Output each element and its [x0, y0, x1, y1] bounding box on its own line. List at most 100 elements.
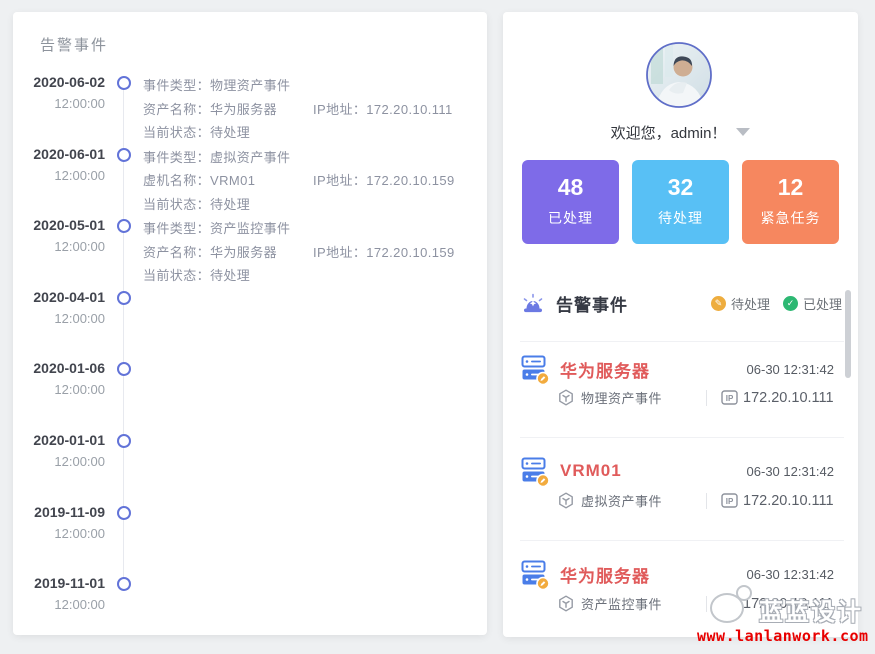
alarm-event-type: 资产监控事件: [581, 594, 662, 613]
event-timeline: 2020-06-02 12:00:00 事件类型：物理资产事件 资产名称：华为服…: [27, 73, 479, 633]
timeline-item: 2019-11-01 12:00:00: [27, 574, 479, 635]
divider: [706, 390, 707, 406]
timeline-date: 2020-01-01: [27, 431, 105, 450]
alarm-event-type: 物理资产事件: [581, 388, 662, 407]
timeline-time: 12:00:00: [27, 522, 105, 546]
check-badge-icon: ✓: [783, 296, 798, 311]
asset-name-text: 虚机名称：VRM01: [143, 169, 313, 193]
legend-done-label: 已处理: [803, 294, 842, 313]
stat-label: 紧急任务: [742, 208, 839, 228]
event-type-text: 事件类型：物理资产事件: [143, 74, 479, 98]
legend-pending[interactable]: ✎ 待处理: [711, 294, 770, 313]
ip-address-text: IP地址：172.20.10.111: [313, 98, 453, 122]
watermark-brand: 蓝蓝设计: [759, 592, 863, 627]
timeline-dot-icon: [117, 291, 131, 305]
timeline-dot-icon: [117, 148, 131, 162]
alarm-list-item[interactable]: VRM01 06-30 12:31:42 虚拟资产事件 IP 172.20.10…: [520, 437, 842, 532]
event-type-text: 事件类型：虚拟资产事件: [143, 146, 479, 170]
timeline-time: 12:00:00: [27, 92, 105, 116]
ip-icon: IP: [721, 390, 738, 405]
alarm-time: 06-30 12:31:42: [747, 362, 834, 377]
timeline-item: 2020-04-01 12:00:00: [27, 288, 479, 360]
alarm-timeline-panel: 告警事件 2020-06-02 12:00:00 事件类型：物理资产事件 资产名…: [13, 12, 487, 635]
alarm-time: 06-30 12:31:42: [747, 464, 834, 479]
stat-cards: 48 已处理 32 待处理 12 紧急任务: [522, 160, 839, 244]
timeline-dot-icon: [117, 219, 131, 233]
alarm-asset-name[interactable]: VRM01: [560, 461, 622, 481]
timeline-date: 2019-11-09: [27, 503, 105, 522]
timeline-dot-icon: [117, 577, 131, 591]
timeline-date: 2020-06-01: [27, 145, 105, 164]
status-text: 当前状态：待处理: [143, 193, 479, 217]
timeline-date: 2020-05-01: [27, 216, 105, 235]
watermark: 蓝蓝设计 www.lanlanwork.com: [697, 580, 875, 650]
status-text: 当前状态：待处理: [143, 121, 479, 145]
welcome-text: 欢迎您，admin！: [611, 125, 727, 142]
alarm-ip-address: 172.20.10.111: [743, 390, 834, 406]
timeline-time: 12:00:00: [27, 378, 105, 402]
alarm-asset-name[interactable]: 华为服务器: [560, 562, 650, 587]
asset-name-text: 资产名称：华为服务器: [143, 98, 313, 122]
alarm-asset-name[interactable]: 华为服务器: [560, 357, 650, 382]
legend-done[interactable]: ✓ 已处理: [783, 294, 842, 313]
status-legend: ✎ 待处理 ✓ 已处理: [711, 294, 842, 313]
svg-text:IP: IP: [726, 497, 734, 506]
user-menu[interactable]: 欢迎您，admin！: [503, 122, 858, 143]
timeline-item: 2020-06-01 12:00:00 事件类型：虚拟资产事件 虚机名称：VRM…: [27, 145, 479, 217]
timeline-item: 2020-05-01 12:00:00 事件类型：资产监控事件 资产名称：华为服…: [27, 216, 479, 288]
timeline-time: 12:00:00: [27, 450, 105, 474]
stat-label: 待处理: [632, 208, 729, 228]
ip-address-text: IP地址：172.20.10.159: [313, 241, 455, 265]
timeline-time: 12:00:00: [27, 235, 105, 259]
timeline-date: 2020-01-06: [27, 359, 105, 378]
timeline-dot-icon: [117, 76, 131, 90]
category-icon: [558, 595, 574, 612]
timeline-item: 2020-06-02 12:00:00 事件类型：物理资产事件 资产名称：华为服…: [27, 73, 479, 145]
caret-down-icon[interactable]: [736, 128, 750, 136]
stat-card-urgent[interactable]: 12 紧急任务: [742, 160, 839, 244]
timeline-dot-icon: [117, 362, 131, 376]
stat-card-done[interactable]: 48 已处理: [522, 160, 619, 244]
timeline-time: 12:00:00: [27, 164, 105, 188]
server-pending-icon: [520, 455, 550, 487]
user-avatar[interactable]: [646, 42, 712, 108]
timeline-dot-icon: [117, 506, 131, 520]
timeline-time: 12:00:00: [27, 307, 105, 331]
asset-name-text: 资产名称：华为服务器: [143, 241, 313, 265]
user-panel: 欢迎您，admin！ 48 已处理 32 待处理 12 紧急任务 告警事件 ✎ …: [503, 12, 858, 637]
timeline-item: 2020-01-06 12:00:00: [27, 359, 479, 431]
stat-label: 已处理: [522, 208, 619, 228]
alarm-list-item[interactable]: 华为服务器 06-30 12:31:42 物理资产事件 IP 172.20.10…: [520, 342, 842, 437]
timeline-time: 12:00:00: [27, 593, 105, 617]
watermark-url: www.lanlanwork.com: [697, 627, 869, 645]
avatar-photo: [646, 42, 712, 108]
status-text: 当前状态：待处理: [143, 264, 479, 288]
stat-value: 12: [742, 174, 839, 201]
alarm-event-type: 虚拟资产事件: [581, 491, 662, 510]
pencil-badge-icon: ✎: [711, 296, 726, 311]
ip-icon: IP: [721, 493, 738, 508]
timeline-date: 2019-11-01: [27, 574, 105, 593]
panel-title: 告警事件: [40, 34, 108, 55]
ip-address-text: IP地址：172.20.10.159: [313, 169, 455, 193]
watermark-logo-icon: [736, 585, 752, 601]
divider: [706, 493, 707, 509]
timeline-item: 2019-11-09 12:00:00: [27, 503, 479, 575]
svg-text:IP: IP: [726, 394, 734, 403]
legend-pending-label: 待处理: [731, 294, 770, 313]
timeline-date: 2020-06-02: [27, 73, 105, 92]
alarm-list-header: 告警事件 ✎ 待处理 ✓ 已处理: [520, 288, 842, 318]
scrollbar-thumb[interactable]: [845, 290, 851, 378]
stat-value: 48: [522, 174, 619, 201]
siren-icon: [520, 290, 546, 316]
event-type-text: 事件类型：资产监控事件: [143, 217, 479, 241]
stat-value: 32: [632, 174, 729, 201]
timeline-item: 2020-01-01 12:00:00: [27, 431, 479, 503]
category-icon: [558, 492, 574, 509]
timeline-dot-icon: [117, 434, 131, 448]
timeline-date: 2020-04-01: [27, 288, 105, 307]
alarm-list-title: 告警事件: [556, 291, 628, 316]
server-pending-icon: [520, 558, 550, 590]
category-icon: [558, 389, 574, 406]
stat-card-pending[interactable]: 32 待处理: [632, 160, 729, 244]
